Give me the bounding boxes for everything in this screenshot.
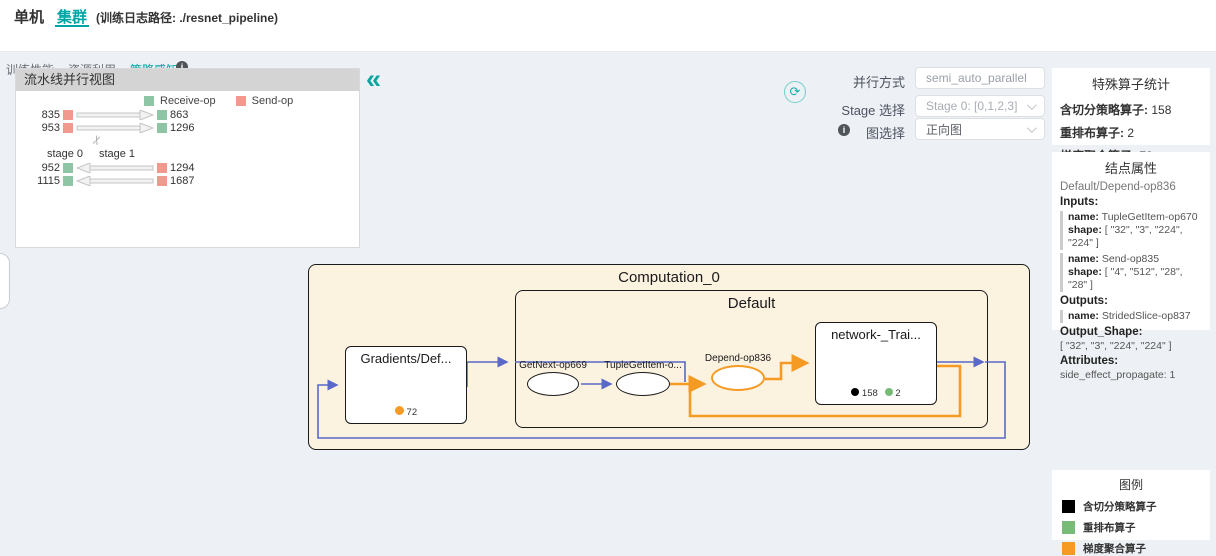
train-log-path: (训练日志路径: ./resnet_pipeline) xyxy=(96,9,278,26)
node-attributes-panel: 结点属性 Default/Depend-op836 Inputs: name: … xyxy=(1052,152,1210,330)
receive-row: 952 1294 xyxy=(26,162,194,174)
stat-redistribution: 重排布算子: 2 xyxy=(1052,124,1210,141)
refresh-button[interactable]: ⟳ xyxy=(784,81,806,103)
attribute-value: side_effect_propagate: 1 xyxy=(1060,369,1202,381)
graph-node-tuplegetitem[interactable] xyxy=(616,372,670,396)
arrow-left-icon xyxy=(76,163,154,173)
receive-op-id: 952 xyxy=(26,162,60,174)
graph-legend-panel: 图例 含切分策略算子 重排布算子 梯度聚合算子 xyxy=(1052,470,1210,540)
left-drawer-handle[interactable] xyxy=(0,253,10,309)
tuplegetitem-label: TupleGetItem-o... xyxy=(598,360,688,371)
send-op-swatch xyxy=(236,96,246,106)
output-shape-value: [ "32", "3", "224", "224" ] xyxy=(1060,340,1202,352)
depend-label: Depend-op836 xyxy=(696,353,780,364)
node-attributes-title: 结点属性 xyxy=(1052,152,1210,177)
graph-select-value: 正向图 xyxy=(926,121,1027,138)
outputs-section-label: Outputs: xyxy=(1060,295,1202,307)
inputs-section-label: Inputs: xyxy=(1060,196,1202,208)
graph-select[interactable]: 正向图 xyxy=(915,118,1045,140)
output-shape-label: Output_Shape: xyxy=(1060,326,1202,338)
input-item: name: TupleGetItem-op670 shape: [ "32", … xyxy=(1060,211,1202,250)
output-item: name: StridedSlice-op837 xyxy=(1060,310,1202,323)
send-op-square xyxy=(63,123,73,133)
orange-swatch xyxy=(1062,542,1075,555)
chevron-down-icon xyxy=(1027,100,1037,110)
green-dot-icon xyxy=(885,388,893,396)
legend-item-sliced: 含切分策略算子 xyxy=(1052,499,1210,514)
receive-op-id: 1296 xyxy=(170,122,194,134)
top-header: 单机 集群 (训练日志路径: ./resnet_pipeline) xyxy=(0,0,1216,28)
green-swatch xyxy=(1062,521,1075,534)
stage0-label: stage 0 xyxy=(42,148,88,160)
input-item: name: Send-op835 shape: [ "4", "512", "2… xyxy=(1060,253,1202,292)
stat-sliced-strategy: 含切分策略算子: 158 xyxy=(1052,101,1210,118)
special-ops-panel: 特殊算子统计 含切分策略算子: 158 重排布算子: 2 梯度聚合算子: 72 xyxy=(1052,68,1210,145)
stage-select-label: Stage 选择 xyxy=(817,100,905,119)
pipeline-legend: Receive-op Send-op xyxy=(144,95,293,107)
arrow-right-icon xyxy=(76,110,154,120)
mode-standalone[interactable]: 单机 xyxy=(14,6,44,27)
network-label: network-_Trai... xyxy=(816,327,936,342)
stage-select-value: Stage 0: [0,1,2,3] xyxy=(926,99,1027,113)
stage-select[interactable]: Stage 0: [0,1,2,3] xyxy=(915,95,1045,117)
send-op-square xyxy=(157,176,167,186)
attributes-section-label: Attributes: xyxy=(1060,355,1202,367)
parallel-mode-value[interactable] xyxy=(926,71,1034,85)
pipeline-parallel-panel: 流水线并行视图 Receive-op Send-op 835 863 953 1… xyxy=(15,68,360,248)
orange-dot-icon xyxy=(395,406,404,415)
refresh-icon: ⟳ xyxy=(790,84,801,100)
legend-item-redistribution: 重排布算子 xyxy=(1052,520,1210,535)
tab-bar: 训练性能 资源利用 策略感知 i xyxy=(0,28,1216,52)
legend-item-gradient: 梯度聚合算子 xyxy=(1052,541,1210,556)
graph-legend-title: 图例 xyxy=(1052,470,1210,493)
scissors-icon[interactable]: ✂ xyxy=(89,133,106,147)
computation0-label: Computation_0 xyxy=(309,269,1029,286)
getnext-label: GetNext-op669 xyxy=(513,360,593,371)
graph-node-network[interactable]: network-_Trai... 158 2 xyxy=(815,322,937,405)
send-op-square xyxy=(63,110,73,120)
cluster-active-underline xyxy=(55,25,89,27)
receive-op-square xyxy=(157,123,167,133)
graph-node-getnext[interactable] xyxy=(527,372,579,396)
receive-op-square xyxy=(63,163,73,173)
receive-op-label: Receive-op xyxy=(160,95,216,107)
pipeline-panel-title: 流水线并行视图 xyxy=(16,69,359,91)
arrow-left-icon xyxy=(76,176,154,186)
send-op-id: 953 xyxy=(26,122,60,134)
send-row: 953 1296 xyxy=(26,122,194,134)
default-label: Default xyxy=(516,295,987,312)
mode-cluster[interactable]: 集群 xyxy=(57,6,87,27)
receive-op-id: 863 xyxy=(170,109,188,121)
stage1-label: stage 1 xyxy=(94,148,140,160)
receive-op-square xyxy=(157,110,167,120)
send-op-id: 1687 xyxy=(170,175,194,187)
arrow-right-icon xyxy=(76,123,154,133)
chevron-down-icon xyxy=(1027,123,1037,133)
send-op-id: 835 xyxy=(26,109,60,121)
gradients-label: Gradients/Def... xyxy=(346,351,466,366)
parallel-mode-label: 并行方式 xyxy=(817,72,905,91)
receive-op-swatch xyxy=(144,96,154,106)
collapse-panel-icon[interactable]: « xyxy=(366,66,381,93)
network-badges: 158 2 xyxy=(816,388,936,399)
parallel-mode-input[interactable] xyxy=(915,67,1045,89)
computation-graph-canvas[interactable]: Computation_0 Default Gradients/Def... 7… xyxy=(300,258,1045,458)
receive-row: 1115 1687 xyxy=(26,175,194,187)
send-op-id: 1294 xyxy=(170,162,194,174)
gradients-badges: 72 xyxy=(346,406,466,418)
selected-node-name: Default/Depend-op836 xyxy=(1060,181,1202,193)
black-swatch xyxy=(1062,500,1075,513)
send-op-square xyxy=(157,163,167,173)
graph-select-label: 图选择 xyxy=(817,123,905,142)
receive-op-id: 1115 xyxy=(26,175,60,187)
graph-node-depend[interactable] xyxy=(711,365,765,391)
receive-op-square xyxy=(63,176,73,186)
send-op-label: Send-op xyxy=(252,95,294,107)
special-ops-title: 特殊算子统计 xyxy=(1052,68,1210,93)
graph-node-gradients[interactable]: Gradients/Def... 72 xyxy=(345,346,467,424)
send-row: 835 863 xyxy=(26,109,188,121)
black-dot-icon xyxy=(851,388,859,396)
